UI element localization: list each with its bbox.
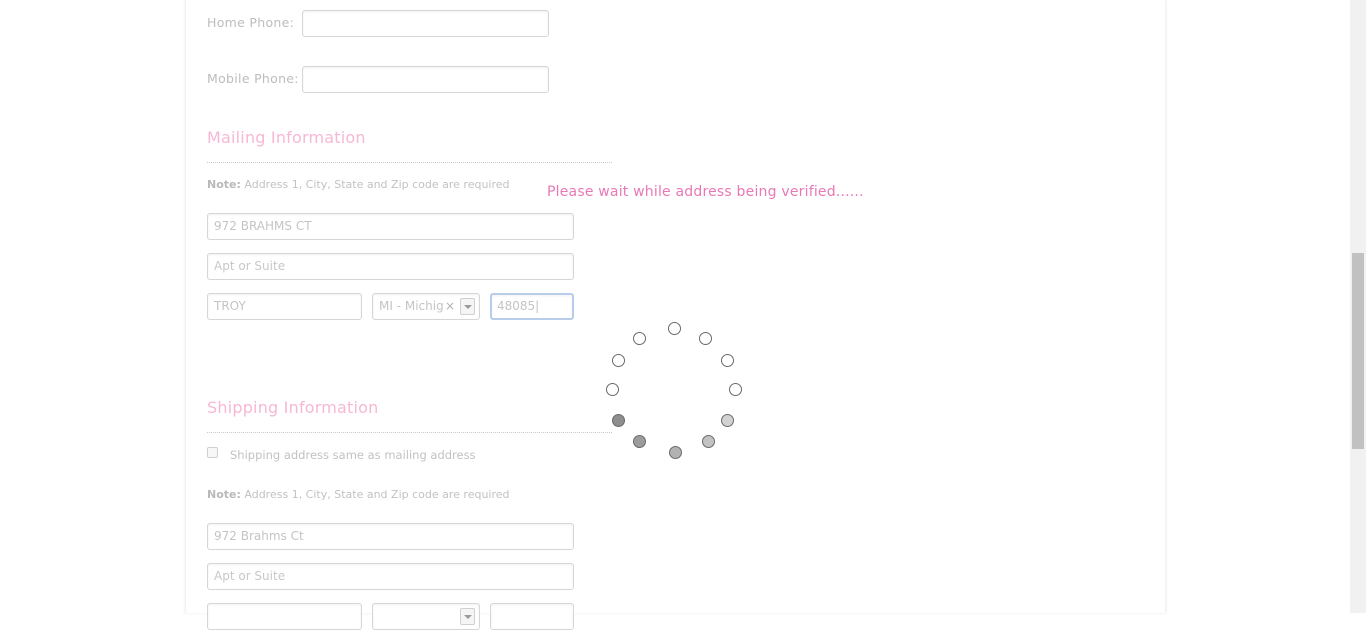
spinner-dot (606, 383, 619, 396)
spinner-dot (669, 446, 682, 459)
mailing-note-bold: Note: (207, 178, 241, 191)
shipping-note-bold: Note: (207, 488, 241, 501)
shipping-address2-input[interactable]: Apt or Suite (207, 563, 574, 590)
mailing-note: Note: Address 1, City, State and Zip cod… (207, 178, 510, 191)
mobile-phone-label: Mobile Phone: (207, 71, 299, 86)
spinner-dot (699, 332, 712, 345)
mailing-city-input[interactable]: TROY (207, 293, 362, 320)
mailing-state-select[interactable]: MI - Michig × (372, 293, 480, 320)
shipping-section-title: Shipping Information (207, 398, 379, 417)
page: Home Phone: Mobile Phone: Mailing Inform… (0, 0, 1350, 630)
spinner-dot (721, 354, 734, 367)
shipping-zip-input[interactable] (490, 603, 574, 630)
same-as-mailing-label[interactable]: Shipping address same as mailing address (230, 448, 476, 462)
mailing-divider (207, 162, 612, 163)
mailing-note-text: Address 1, City, State and Zip code are … (240, 178, 510, 191)
mailing-section-title: Mailing Information (207, 128, 366, 147)
mailing-state-value: MI - Michig (379, 299, 444, 313)
mailing-address1-input[interactable]: 972 BRAHMS CT (207, 213, 574, 240)
home-phone-label: Home Phone: (207, 15, 295, 30)
spinner-dot (612, 354, 625, 367)
scrollbar-thumb[interactable] (1352, 253, 1364, 449)
spinner-dot (721, 414, 734, 427)
chevron-down-icon[interactable] (460, 298, 475, 315)
shipping-city-input[interactable] (207, 603, 362, 630)
close-icon[interactable]: × (445, 294, 455, 319)
mobile-phone-input[interactable] (302, 66, 549, 93)
spinner-dot (702, 435, 715, 448)
chevron-down-icon[interactable] (460, 608, 475, 625)
spinner-dot (612, 414, 625, 427)
shipping-divider (207, 432, 612, 433)
shipping-note: Note: Address 1, City, State and Zip cod… (207, 488, 510, 501)
shipping-note-text: Address 1, City, State and Zip code are … (240, 488, 510, 501)
shipping-address1-input[interactable]: 972 Brahms Ct (207, 523, 574, 550)
same-as-mailing-checkbox[interactable] (207, 447, 218, 458)
spinner-dot (633, 435, 646, 448)
spinner-dot (729, 383, 742, 396)
home-phone-input[interactable] (302, 10, 549, 37)
address-verifying-message: Please wait while address being verified… (547, 184, 864, 200)
shipping-state-select[interactable] (372, 603, 480, 630)
mailing-zip-input[interactable]: 48085| (490, 293, 574, 320)
mailing-address2-input[interactable]: Apt or Suite (207, 253, 574, 280)
spinner-dot (633, 332, 646, 345)
spinner-dot (668, 322, 681, 335)
